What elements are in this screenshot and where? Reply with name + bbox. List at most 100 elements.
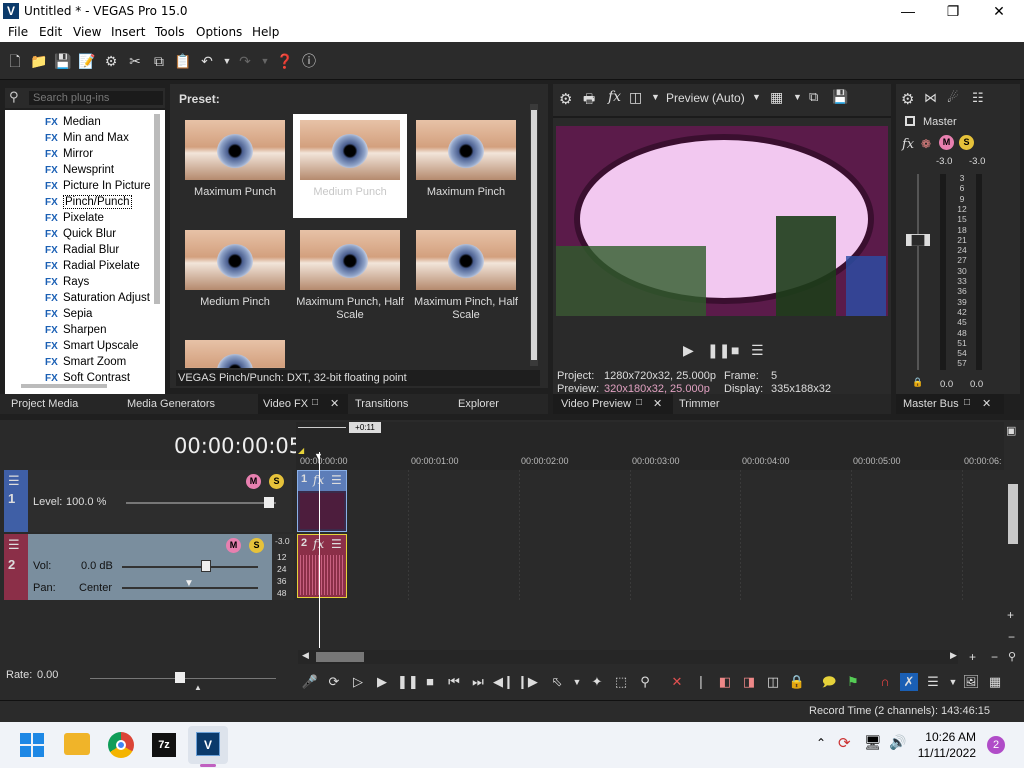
automation-icon[interactable]: ❁ xyxy=(921,137,931,151)
trim-end-icon[interactable]: ◨ xyxy=(740,673,758,691)
plugin-item[interactable]: FX Pinch/Punch xyxy=(45,194,132,210)
save-snapshot-icon[interactable]: 💾 xyxy=(832,89,848,105)
ripple-dropdown-icon[interactable]: ▼ xyxy=(944,673,962,691)
menu-insert[interactable]: Insert xyxy=(111,25,145,39)
split-icon[interactable]: ◫ xyxy=(764,673,782,691)
trim-start-icon[interactable]: ◧ xyxy=(716,673,734,691)
preview-quality-dropdown[interactable]: Preview (Auto) xyxy=(666,91,745,105)
rate-slider-handle[interactable] xyxy=(175,672,185,683)
new-file-icon[interactable]: 🗋 xyxy=(6,52,24,70)
mute-icon[interactable]: M xyxy=(246,474,261,489)
go-to-end-icon[interactable]: ⏭ xyxy=(469,673,487,691)
mixer-icon[interactable]: ☷ xyxy=(972,90,984,106)
mute-icon[interactable]: M xyxy=(939,135,954,150)
tab-video-fx[interactable]: Video FX xyxy=(263,398,308,410)
volume-icon[interactable]: 🔊 xyxy=(889,734,906,751)
master-settings-gear-icon[interactable]: ⚙ xyxy=(901,90,914,108)
tree-scrollbar[interactable] xyxy=(154,114,160,304)
tab-transitions[interactable]: Transitions xyxy=(355,398,408,410)
tab-media-generators[interactable]: Media Generators xyxy=(127,398,215,410)
undo-icon[interactable]: ↶ xyxy=(198,52,216,70)
maximize-icon[interactable]: ❐ xyxy=(938,2,968,20)
loop-playback-icon[interactable]: ⟳ xyxy=(325,673,343,691)
taskbar-clock-date[interactable]: 11/11/2022 xyxy=(914,746,976,760)
show-hidden-icons-chevron-icon[interactable]: ⌃ xyxy=(816,736,826,750)
go-to-start-icon[interactable]: ⏮ xyxy=(445,673,463,691)
play-from-start-icon[interactable]: ▷ xyxy=(349,673,367,691)
undock-icon[interactable]: □ xyxy=(636,397,642,408)
trim-icon[interactable]: ❘ xyxy=(692,673,710,691)
master-fader-handle[interactable]: ██ xyxy=(906,234,930,246)
play-icon[interactable]: ▶ xyxy=(683,342,694,359)
zoom-tool-icon[interactable]: ⚲ xyxy=(1008,650,1016,663)
play-icon[interactable]: ▶ xyxy=(373,673,391,691)
tab-trimmer[interactable]: Trimmer xyxy=(679,398,720,410)
network-icon[interactable]: 🖥 xyxy=(864,734,882,751)
solo-icon[interactable]: S xyxy=(959,135,974,150)
file-explorer-icon[interactable] xyxy=(64,733,90,755)
insert-marker-icon[interactable]: 🗩 xyxy=(820,673,838,691)
lock-icon[interactable]: 🔒 xyxy=(912,377,923,388)
minimize-icon[interactable]: — xyxy=(893,2,923,20)
properties-gear-icon[interactable]: ⚙ xyxy=(102,52,120,70)
chrome-icon[interactable] xyxy=(108,732,134,758)
preset-medium-punch[interactable]: Medium Punch xyxy=(293,114,407,218)
master-checkbox[interactable] xyxy=(905,116,915,126)
track-menu-icon[interactable]: ☰ xyxy=(8,537,20,553)
copy-snapshot-icon[interactable]: ⧉ xyxy=(809,89,818,105)
solo-icon[interactable]: S xyxy=(249,538,264,553)
zoom-edit-tool-icon[interactable]: ⚲ xyxy=(636,673,654,691)
delete-icon[interactable]: ✕ xyxy=(668,673,686,691)
lock-events-icon[interactable]: 🖼 xyxy=(962,673,980,691)
preset-maximum-pinch-half-scale[interactable]: Maximum Pinch, Half Scale xyxy=(409,224,523,328)
close-tab-icon[interactable]: ✕ xyxy=(330,397,339,410)
menu-tools[interactable]: Tools xyxy=(155,25,185,39)
pause-icon[interactable]: ❚❚ xyxy=(707,342,730,359)
audio-clip[interactable]: 2 fx ☰ xyxy=(297,534,347,598)
normal-edit-tool-icon[interactable]: ⬁ xyxy=(548,673,566,691)
cut-icon[interactable]: ✂ xyxy=(126,52,144,70)
pause-icon[interactable]: ❚❚ xyxy=(397,673,419,691)
plugin-item[interactable]: FX Quick Blur xyxy=(45,226,116,242)
timeline-vscrollbar[interactable] xyxy=(1006,470,1020,600)
undock-icon[interactable]: □ xyxy=(964,397,970,408)
plugin-item[interactable]: FX Radial Pixelate xyxy=(45,258,140,274)
previous-frame-icon[interactable]: ◀❙ xyxy=(493,673,514,691)
fx-icon[interactable]: fx xyxy=(608,89,621,105)
level-slider-track[interactable] xyxy=(126,502,276,504)
device-icon[interactable]: 🖶 xyxy=(583,90,595,112)
pan-slider-handle[interactable]: ▼ xyxy=(184,578,194,589)
menu-edit[interactable]: Edit xyxy=(39,25,62,39)
plugin-item[interactable]: FX Smart Zoom xyxy=(45,354,126,370)
start-button-icon[interactable] xyxy=(20,733,44,757)
menu-options[interactable]: Options xyxy=(196,25,242,39)
whats-this-help-icon[interactable]: ❓ xyxy=(276,52,294,70)
auto-ripple-icon[interactable]: ☰ xyxy=(924,673,942,691)
open-folder-icon[interactable]: 📁 xyxy=(30,52,48,70)
copy-icon[interactable]: ⧉ xyxy=(150,52,168,70)
record-icon[interactable]: 🎤 xyxy=(301,673,319,691)
redo-icon[interactable]: ↷ xyxy=(236,52,254,70)
plugin-item[interactable]: FX Median xyxy=(45,114,101,130)
insert-region-icon[interactable]: ⚑ xyxy=(844,673,862,691)
preview-settings-gear-icon[interactable]: ⚙ xyxy=(559,90,572,108)
timeline-hscrollbar[interactable]: ◀ ▶ xyxy=(298,650,958,664)
scroll-right-icon[interactable]: ▶ xyxy=(950,650,957,661)
plugin-search-input[interactable]: Search plug-ins xyxy=(29,91,163,105)
plugin-item[interactable]: FX Sepia xyxy=(45,306,92,322)
playhead[interactable] xyxy=(319,452,320,648)
in-marker-icon[interactable]: ◢ xyxy=(298,446,304,455)
notification-badge[interactable]: 2 xyxy=(987,736,1005,754)
split-dropdown-icon[interactable]: ▼ xyxy=(651,92,660,102)
help-icon[interactable]: ⓘ xyxy=(300,52,318,70)
tree-hscrollbar[interactable] xyxy=(21,384,107,388)
menu-view[interactable]: View xyxy=(73,25,101,39)
stop-icon[interactable]: ■ xyxy=(731,342,739,358)
level-slider-handle[interactable] xyxy=(263,497,274,508)
envelope-tool-icon[interactable]: ✦ xyxy=(588,673,606,691)
plugin-item[interactable]: FX Smart Upscale xyxy=(45,338,138,354)
close-tab-icon[interactable]: ✕ xyxy=(653,397,662,410)
plugin-item[interactable]: FX Pixelate xyxy=(45,210,104,226)
preset-maximum-pinch[interactable]: Maximum Pinch xyxy=(409,114,523,218)
quality-dropdown-icon[interactable]: ▼ xyxy=(752,92,761,102)
